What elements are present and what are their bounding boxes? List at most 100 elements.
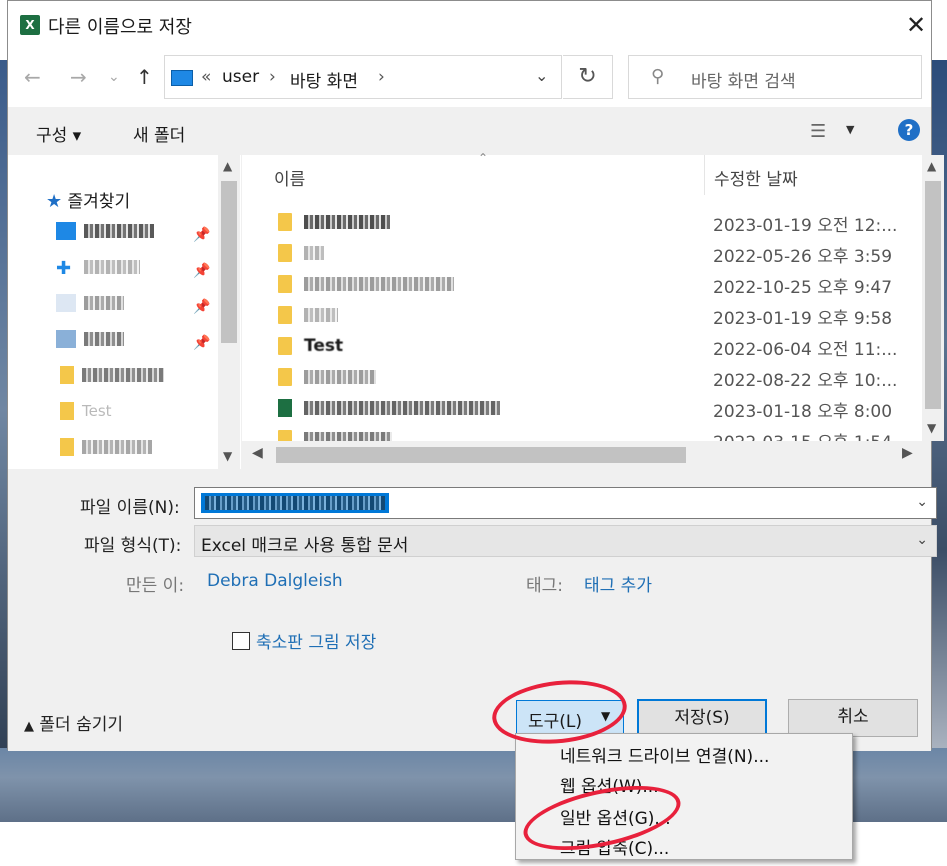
folder-icon xyxy=(60,438,74,456)
back-arrow-icon[interactable]: ← xyxy=(24,65,41,89)
chevron-down-icon[interactable]: ▼ xyxy=(927,421,936,435)
view-details-icon[interactable]: ☰ xyxy=(810,121,826,142)
file-name: Test xyxy=(304,336,344,356)
blurred-label xyxy=(84,332,124,346)
column-divider[interactable] xyxy=(704,155,705,195)
sidebar-item-documents[interactable] xyxy=(56,293,124,323)
scrollbar-thumb[interactable] xyxy=(925,181,941,409)
filetype-value: Excel 매크로 사용 통합 문서 xyxy=(201,536,409,556)
filename-selection xyxy=(201,493,389,513)
forward-arrow-icon[interactable]: → xyxy=(70,65,87,89)
folder-icon xyxy=(278,306,292,324)
sidebar-item-desktop[interactable] xyxy=(56,221,154,251)
file-row[interactable]: 2022-08-22 오후 10:... xyxy=(242,362,902,393)
chevron-down-icon[interactable]: ▼ xyxy=(223,449,232,463)
file-list-scrollbar[interactable]: ▲ ▼ xyxy=(922,155,944,441)
file-row[interactable]: 2022-05-26 오후 3:59 xyxy=(242,238,902,269)
file-date: 2022-08-22 오후 10:... xyxy=(713,371,898,391)
sidebar-item-folder[interactable] xyxy=(60,437,152,467)
sidebar-item-folder[interactable] xyxy=(60,365,164,395)
blurred-file-name xyxy=(304,215,390,229)
recent-locations-icon[interactable]: ⌄ xyxy=(108,69,120,85)
search-icon: ⚲ xyxy=(651,66,665,87)
sidebar-item-downloads[interactable]: ✚ xyxy=(56,257,140,287)
filename-label: 파일 이름(N): xyxy=(80,498,180,518)
author-label: 만든 이: xyxy=(126,576,185,596)
pictures-icon xyxy=(56,330,76,348)
file-date: 2022-10-25 오후 9:47 xyxy=(713,278,893,298)
blurred-label xyxy=(82,440,152,454)
chevron-right-icon[interactable]: ▶ xyxy=(902,445,913,461)
file-date: 2022-06-04 오전 11:... xyxy=(713,340,898,360)
desktop-icon xyxy=(171,70,193,86)
folder-icon xyxy=(278,213,292,231)
breadcrumb-separator[interactable]: › xyxy=(269,67,276,87)
scrollbar-thumb[interactable] xyxy=(221,181,237,343)
file-row[interactable]: 2022-10-25 오후 9:47 xyxy=(242,269,902,300)
excel-file-icon xyxy=(278,399,292,417)
address-bar[interactable]: « user › 바탕 화면 › ⌄ xyxy=(164,55,562,99)
search-input[interactable]: 바탕 화면 검색 xyxy=(691,67,796,92)
chevron-down-icon[interactable]: ⌄ xyxy=(535,66,548,85)
file-list-horizontal-scrollbar[interactable]: ◀ ▶ xyxy=(242,441,922,469)
blurred-file-name xyxy=(304,277,454,291)
blurred-file-name xyxy=(205,496,385,510)
scrollbar-thumb[interactable] xyxy=(276,447,686,463)
file-row[interactable]: 2023-01-19 오전 12:... xyxy=(242,207,902,238)
author-value[interactable]: Debra Dalgleish xyxy=(207,571,343,591)
search-box[interactable]: ⚲ 바탕 화면 검색 xyxy=(628,55,922,99)
breadcrumb-overflow[interactable]: « xyxy=(201,67,211,87)
chevron-up-icon[interactable]: ▲ xyxy=(223,159,232,173)
pin-icon[interactable]: 📌 xyxy=(193,299,210,315)
refresh-button[interactable]: ↻ xyxy=(563,55,613,99)
close-icon[interactable]: ✕ xyxy=(906,11,926,39)
thumbnail-label: 축소판 그림 저장 xyxy=(256,633,377,653)
file-date: 2023-01-19 오전 12:... xyxy=(713,216,898,236)
sidebar-item-label: 즐겨찾기 xyxy=(67,192,131,212)
blurred-file-name xyxy=(304,308,338,322)
organize-button[interactable]: 구성 ▾ xyxy=(36,121,81,146)
star-icon: ★ xyxy=(46,191,63,212)
menu-item-map-network-drive[interactable]: 네트워크 드라이브 연결(N)... xyxy=(560,742,769,767)
chevron-down-icon[interactable]: ⌄ xyxy=(916,494,928,510)
tags-input[interactable]: 태그 추가 xyxy=(584,571,652,596)
blurred-file-name xyxy=(304,370,376,384)
save-button[interactable]: 저장(S) xyxy=(637,699,767,737)
blurred-file-name xyxy=(304,401,500,415)
column-name[interactable]: 이름 xyxy=(274,165,305,190)
hide-folders-button[interactable]: ▲ 폴더 숨기기 xyxy=(24,710,123,735)
excel-icon: X xyxy=(20,15,40,35)
filename-input[interactable]: ⌄ xyxy=(194,487,937,519)
pin-icon[interactable]: 📌 xyxy=(193,227,210,243)
up-arrow-icon[interactable]: ↑ xyxy=(136,65,153,89)
thumbnail-checkbox[interactable] xyxy=(232,632,250,650)
chevron-down-icon[interactable]: ▼ xyxy=(846,123,854,136)
pin-icon[interactable]: 📌 xyxy=(193,335,210,351)
column-date[interactable]: 수정한 날짜 xyxy=(714,165,798,190)
breadcrumb-separator[interactable]: › xyxy=(378,67,385,87)
file-row[interactable]: 2023-01-19 오후 9:58 xyxy=(242,300,902,331)
breadcrumb-desktop[interactable]: 바탕 화면 xyxy=(290,67,358,92)
help-icon[interactable]: ? xyxy=(898,119,920,141)
cancel-button[interactable]: 취소 xyxy=(788,699,918,737)
file-row[interactable]: 2023-01-18 오후 8:00 xyxy=(242,393,902,424)
save-as-dialog: X 다른 이름으로 저장 ✕ ← → ⌄ ↑ « user › 바탕 화면 › … xyxy=(7,0,944,751)
sidebar-item-pictures[interactable] xyxy=(56,329,124,359)
sidebar-item-favorites[interactable]: ★ 즐겨찾기 xyxy=(46,187,130,217)
sidebar-item-test[interactable]: Test xyxy=(60,401,112,431)
folder-icon xyxy=(60,402,74,420)
sidebar-scrollbar[interactable]: ▲ ▼ xyxy=(218,155,240,469)
breadcrumb-user[interactable]: user xyxy=(222,67,259,87)
filetype-select[interactable]: Excel 매크로 사용 통합 문서 ⌄ xyxy=(194,525,937,557)
blurred-label xyxy=(84,260,140,274)
chevron-down-icon[interactable]: ⌄ xyxy=(916,532,928,548)
sidebar-item-label: Test xyxy=(82,402,112,420)
file-row[interactable]: Test 2022-06-04 오전 11:... xyxy=(242,331,902,362)
file-date: 2023-01-19 오후 9:58 xyxy=(713,309,893,329)
blurred-file-name xyxy=(304,246,324,260)
new-folder-button[interactable]: 새 폴더 xyxy=(133,121,185,146)
chevron-up-icon[interactable]: ▲ xyxy=(927,159,936,173)
chevron-left-icon[interactable]: ◀ xyxy=(252,445,263,461)
navigation-pane: ★ 즐겨찾기 📌 ✚ 📌 📌 📌 Test ▲ ▼ xyxy=(8,155,241,469)
pin-icon[interactable]: 📌 xyxy=(193,263,210,279)
